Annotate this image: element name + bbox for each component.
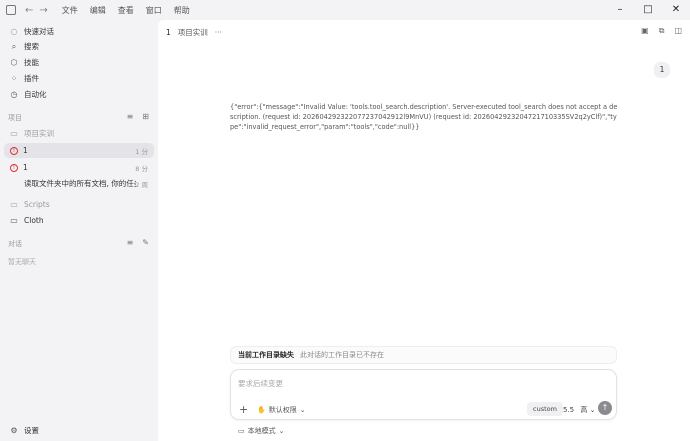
sidebar-item-search[interactable]: ⌕ 搜索 xyxy=(4,39,154,54)
add-icon[interactable]: + xyxy=(239,403,248,416)
missing-directory-warning: 当前工作目录缺失 此对话的工作目录已不存在 xyxy=(230,346,617,364)
thread-project[interactable]: 项目实训 xyxy=(178,27,208,38)
custom-chip[interactable]: custom xyxy=(527,402,563,416)
monitor-icon: ▭ xyxy=(238,427,245,435)
thread-time: 2 周 xyxy=(135,180,148,189)
sidebar-item-project[interactable]: ▭ 项目实训 xyxy=(4,126,154,141)
folder-icon: ▭ xyxy=(10,200,18,209)
user-message: 1 xyxy=(654,62,670,78)
thread-time: 8 分 xyxy=(135,164,148,173)
copy-icon[interactable]: ⧉ xyxy=(659,26,665,36)
plugin-icon: ⁘ xyxy=(10,74,18,83)
warning-title: 当前工作目录缺失 xyxy=(238,351,294,359)
settings-label: 设置 xyxy=(24,426,39,435)
menu-window[interactable]: 窗口 xyxy=(146,5,162,16)
projects-section-actions: ≡ ⊞ xyxy=(127,112,149,121)
menu-bar: 文件 编辑 查看 窗口 帮助 xyxy=(62,5,190,16)
back-arrow-icon[interactable]: ← xyxy=(25,5,33,16)
chats-section-title: 对话 xyxy=(8,240,22,248)
title-bar: ← → 文件 编辑 查看 窗口 帮助 – □ ✕ xyxy=(0,0,690,20)
thread-item[interactable]: ! 1 8 分 xyxy=(4,160,154,175)
error-icon: ! xyxy=(10,146,18,155)
sidebar-item-quick-chat[interactable]: ◌ 快速对话 xyxy=(4,24,154,39)
folder-icon: ▭ xyxy=(10,129,18,138)
permission-label: 默认权限 xyxy=(268,406,297,414)
sidebar-item-label: 自动化 xyxy=(24,90,47,99)
more-icon[interactable]: ··· xyxy=(215,28,222,37)
settings-button[interactable]: ⚙ 设置 xyxy=(4,423,154,438)
sidebar: ◌ 快速对话 ⌕ 搜索 ⬡ 技能 ⁘ 插件 ◷ 自动化 项目 ≡ ⊞ ▭ 项目实… xyxy=(0,20,158,441)
folder-icon: ▭ xyxy=(10,216,18,225)
warning-text: 此对话的工作目录已不存在 xyxy=(300,351,384,359)
sidebar-item-label: Cloth xyxy=(24,216,44,225)
effort-label: 高 xyxy=(580,406,588,414)
sidebar-item-label: Scripts xyxy=(24,200,50,209)
sidebar-item-label: 搜索 xyxy=(24,42,39,51)
new-chat-icon[interactable]: ✎ xyxy=(142,238,149,247)
forward-arrow-icon[interactable]: → xyxy=(39,5,47,16)
window-controls: – □ ✕ xyxy=(606,0,690,20)
thread-title: 1 xyxy=(23,146,28,155)
send-button[interactable]: ↑ xyxy=(598,401,612,415)
gear-icon: ⚙ xyxy=(10,426,18,435)
thread-number: 1 xyxy=(166,28,171,37)
filter-icon[interactable]: ≡ xyxy=(127,112,134,121)
terminal-icon[interactable]: ▣ xyxy=(641,26,649,36)
thread-title: 1 xyxy=(23,163,28,172)
panel-icon[interactable]: ◫ xyxy=(674,26,682,36)
model-label: 5.5 xyxy=(563,406,575,414)
chats-empty-text: 暂无聊天 xyxy=(8,258,36,266)
filter-icon[interactable]: ≡ xyxy=(127,238,134,247)
app-icon xyxy=(6,5,16,15)
sidebar-item-automation[interactable]: ◷ 自动化 xyxy=(4,87,154,102)
close-icon[interactable]: ✕ xyxy=(662,0,690,20)
sidebar-item-label: 插件 xyxy=(24,74,39,83)
sidebar-item-skills[interactable]: ⬡ 技能 xyxy=(4,55,154,70)
thread-title: 读取文件夹中的所有文档, 你的任务... xyxy=(24,179,136,188)
skill-icon: ⬡ xyxy=(10,58,18,67)
search-icon: ⌕ xyxy=(11,41,17,51)
sidebar-item-folder-cloth[interactable]: ▭ Cloth xyxy=(4,213,154,228)
main-panel: 1 项目实训 ··· ▣ ⧉ ◫ 1 {"error":{"message":"… xyxy=(158,20,690,441)
local-mode-selector[interactable]: ▭ 本地模式 ⌄ xyxy=(238,426,285,436)
sidebar-item-label: 快速对话 xyxy=(24,27,54,36)
menu-view[interactable]: 查看 xyxy=(118,5,134,16)
permission-selector[interactable]: ✋ 默认权限 ⌄ xyxy=(257,405,306,415)
thread-time: 1 分 xyxy=(135,147,148,156)
hand-icon: ✋ xyxy=(257,406,266,414)
chevron-down-icon: ⌄ xyxy=(278,427,285,435)
projects-section-title: 项目 xyxy=(8,114,22,122)
local-mode-label: 本地模式 xyxy=(247,427,276,435)
menu-edit[interactable]: 编辑 xyxy=(90,5,106,16)
clock-icon: ◷ xyxy=(10,90,18,99)
chat-icon: ◌ xyxy=(10,27,18,36)
menu-file[interactable]: 文件 xyxy=(62,5,78,16)
arrow-up-icon: ↑ xyxy=(601,403,609,412)
thread-item[interactable]: 读取文件夹中的所有文档, 你的任务... 2 周 xyxy=(4,176,154,191)
sidebar-item-label: 项目实训 xyxy=(24,129,54,138)
chevron-down-icon: ⌄ xyxy=(299,406,306,414)
chevron-down-icon: ⌄ xyxy=(589,406,596,414)
new-folder-icon[interactable]: ⊞ xyxy=(142,112,149,121)
minimize-icon[interactable]: – xyxy=(606,0,634,20)
composer-input[interactable]: 要求后续变更 xyxy=(238,378,283,389)
chats-section-actions: ≡ ✎ xyxy=(127,238,149,247)
error-message: {"error":{"message":"Invalid Value: 'too… xyxy=(230,103,618,131)
maximize-icon[interactable]: □ xyxy=(634,0,662,20)
header-actions: ▣ ⧉ ◫ xyxy=(641,26,682,36)
error-icon: ! xyxy=(10,163,18,172)
menu-help[interactable]: 帮助 xyxy=(174,5,190,16)
sidebar-item-folder-scripts[interactable]: ▭ Scripts xyxy=(4,197,154,212)
sidebar-item-plugins[interactable]: ⁘ 插件 xyxy=(4,71,154,86)
sidebar-item-label: 技能 xyxy=(24,58,39,67)
composer[interactable]: 要求后续变更 + ✋ 默认权限 ⌄ custom 5.5 高 ⌄ ↑ xyxy=(230,369,617,420)
thread-item[interactable]: ! 1 1 分 xyxy=(4,143,154,158)
model-selector[interactable]: 5.5 高 ⌄ xyxy=(563,405,595,415)
thread-header: 1 项目实训 ··· xyxy=(166,27,222,38)
